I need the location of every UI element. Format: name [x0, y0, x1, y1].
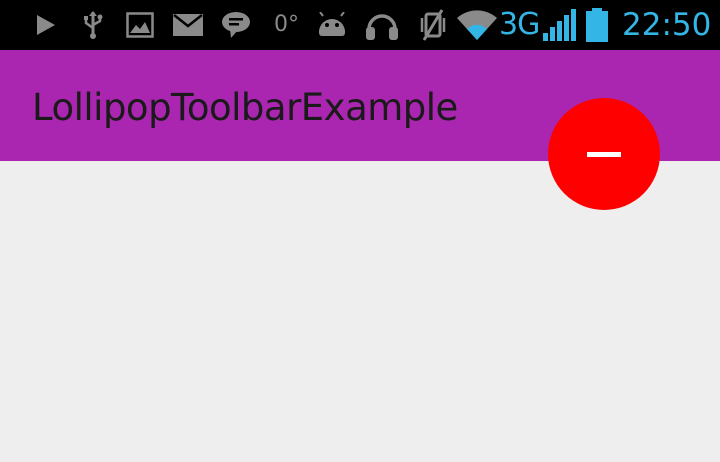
- wifi-icon: [456, 0, 498, 50]
- minus-icon: [587, 151, 621, 157]
- vibrate-off-icon: [420, 0, 446, 50]
- signal-icon: [543, 0, 577, 50]
- status-bar: 0° 3G 22:50: [0, 0, 720, 50]
- temperature-icon: 0°: [274, 12, 299, 37]
- usb-icon: [82, 0, 104, 50]
- headset-icon: [365, 0, 399, 50]
- mail-icon: [173, 0, 203, 50]
- play-icon: [34, 0, 58, 50]
- clock-time: 22:50: [622, 7, 712, 43]
- network-type: 3G: [499, 7, 540, 42]
- toolbar-title: LollipopToolbarExample: [32, 86, 458, 129]
- battery-icon: [586, 0, 608, 50]
- android-icon: [316, 0, 348, 50]
- image-icon: [126, 0, 154, 50]
- chat-icon: [221, 0, 251, 50]
- fab-minus-button[interactable]: [548, 98, 660, 210]
